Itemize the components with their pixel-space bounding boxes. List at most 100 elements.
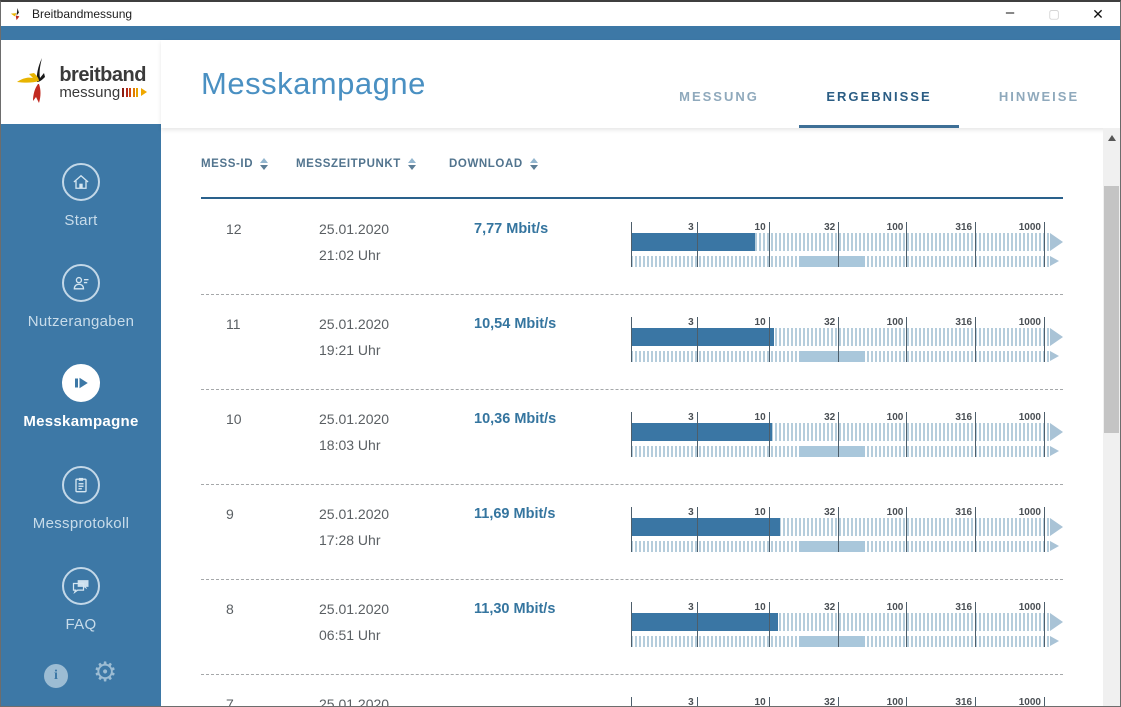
gauge-tick-label: 32 [824,602,836,613]
table-row[interactable]: 9 25.01.2020 17:28 Uhr 11,69 Mbit/s 3 10 3… [201,485,1063,580]
tab-hinweise[interactable]: HINWEISE [959,43,1119,128]
scrollbar-thumb[interactable] [1104,186,1119,433]
gauge-tick [838,412,840,457]
sort-icon[interactable] [529,158,538,170]
gauge-tick-label: 3 [688,507,694,518]
gauge-tick [768,317,770,362]
title-bar: Breitbandmessung – ▢ ✕ [1,2,1120,26]
settings-icon[interactable]: ⚙ [93,659,117,686]
logo-signal-bars-icon [122,87,140,97]
gauge-tick [1044,697,1045,706]
table-row[interactable]: 10 25.01.2020 18:03 Uhr 10,36 Mbit/s 3 10… [201,390,1063,485]
gauge-tick [631,697,632,706]
sort-icon[interactable] [260,158,269,170]
row-date: 25.01.2020 [319,696,390,706]
gauge-tick [768,222,770,267]
home-icon [62,163,100,201]
gauge-tick-label: 100 [886,602,904,613]
sidebar-item-messprotokoll[interactable]: Messprotokoll [1,466,161,532]
sidebar-item-start[interactable]: Start [1,163,161,229]
row-time: 18:03 Uhr [319,437,381,453]
gauge-tick-label: 10 [754,222,766,233]
row-download-value: 11,69 Mbit/s [474,506,556,522]
brand-logo-mark [17,58,46,103]
app-window: Breitbandmessung – ▢ ✕ breitband messung [0,0,1121,707]
scrollbar[interactable] [1103,128,1120,706]
gauge-tick [906,507,908,552]
app-logo-icon [10,7,20,20]
gauge-measured-track [631,328,1049,346]
row-time: 21:02 Uhr [319,247,381,263]
column-header-download[interactable]: DOWNLOAD [449,158,538,170]
gauge-tick-label: 32 [824,697,836,706]
page-title: Messkampagne [201,66,426,101]
gauge-tick [975,222,977,267]
tab-messung[interactable]: MESSUNG [639,43,799,128]
gauge-tick [631,317,632,362]
gauge-measured-track [631,518,1049,536]
download-gauge: 3 10 32 100 316 1000 [631,317,1063,362]
gauge-tick [1044,222,1045,267]
header-accent-strip [1,26,1120,40]
info-icon[interactable]: i [44,664,68,688]
gauge-scale: 3 10 32 100 316 1000 [631,317,1063,362]
scrollbar-up-arrow-icon[interactable] [1103,131,1120,145]
gauge-tick [1044,317,1045,362]
row-time: 19:21 Uhr [319,342,381,358]
gauge-tick-label: 10 [754,412,766,423]
gauge-tariff-track [631,351,1049,362]
table-header: MESS-ID MESSZEITPUNKT DOWNLOAD [201,158,1063,184]
gauge-tick-label: 1000 [1018,317,1041,328]
gauge-tick [906,602,908,647]
gauge-tick-label: 316 [955,507,973,518]
table-row[interactable]: 7 25.01.2020 3 10 32 100 316 1000 [201,675,1063,706]
row-date: 25.01.2020 [319,221,390,237]
column-header-mess-id[interactable]: MESS-ID [201,158,269,170]
row-download-value: 10,54 Mbit/s [474,316,557,332]
clipboard-icon [62,466,100,504]
row-mess-id: 12 [226,221,242,237]
gauge-tick [975,317,977,362]
gauge-arrow-icon [1050,613,1063,631]
row-date: 25.01.2020 [319,506,390,522]
sort-icon[interactable] [407,158,416,170]
sidebar-item-faq[interactable]: FAQ [1,567,161,633]
gauge-arrow-icon [1050,423,1063,441]
table-row[interactable]: 12 25.01.2020 21:02 Uhr 7,77 Mbit/s 3 10 3… [201,200,1063,295]
close-button[interactable]: ✕ [1076,2,1120,26]
table-row[interactable]: 11 25.01.2020 19:21 Uhr 10,54 Mbit/s 3 10… [201,295,1063,390]
table-body: 12 25.01.2020 21:02 Uhr 7,77 Mbit/s 3 10 3… [201,200,1063,706]
row-download-value: 10,36 Mbit/s [474,411,557,427]
gauge-tick [696,697,698,706]
column-header-messzeitpunkt[interactable]: MESSZEITPUNKT [296,158,416,170]
download-gauge: 3 10 32 100 316 1000 [631,222,1063,267]
download-gauge: 3 10 32 100 316 1000 [631,412,1063,457]
sidebar-item-label: FAQ [65,616,97,633]
minimize-button[interactable]: – [988,2,1032,26]
row-mess-id: 10 [226,411,242,427]
tab-ergebnisse[interactable]: ERGEBNISSE [799,43,959,128]
gauge-tick-label: 100 [886,317,904,328]
gauge-arrow-icon [1050,636,1059,646]
logo-text-line2: messung [59,83,121,101]
gauge-tick-label: 10 [754,602,766,613]
sidebar-item-nutzerangaben[interactable]: Nutzerangaben [1,264,161,330]
sidebar: breitband messung Start Nutzerangaben Me… [1,40,161,706]
table-row[interactable]: 8 25.01.2020 06:51 Uhr 11,30 Mbit/s 3 10 3… [201,580,1063,675]
window-title: Breitbandmessung [32,7,133,21]
sidebar-item-messkampagne[interactable]: Messkampagne [1,364,161,430]
gauge-tariff-track [631,636,1049,647]
gauge-measured-fill [631,613,778,631]
gauge-tick-label: 316 [955,222,973,233]
gauge-tick [696,602,698,647]
row-mess-id: 7 [226,696,234,706]
gauge-tick-label: 10 [754,317,766,328]
gauge-tick-label: 10 [754,507,766,518]
row-time: 06:51 Uhr [319,627,381,643]
gauge-tariff-track [631,541,1049,552]
maximize-button[interactable]: ▢ [1032,2,1076,26]
user-icon [62,264,100,302]
row-date: 25.01.2020 [319,411,390,427]
table-header-rule [201,197,1063,199]
gauge-arrow-icon [1050,518,1063,536]
